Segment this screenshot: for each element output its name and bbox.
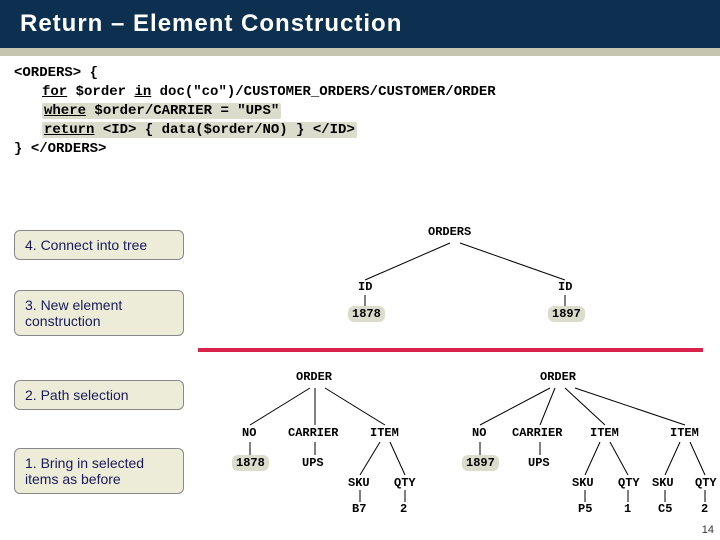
code-orders-open: <ORDERS> <box>14 65 81 81</box>
top-left-val: 1878 <box>348 306 385 322</box>
br-sku1-val: P5 <box>578 502 592 516</box>
top-root: ORDERS <box>428 225 471 239</box>
code-var: $order <box>67 84 134 100</box>
bl-carrier-val: UPS <box>302 456 324 470</box>
br-qty1: QTY <box>618 476 640 490</box>
xquery-code: <ORDERS> { for $order in doc("co")/CUSTO… <box>0 56 720 166</box>
title-underline <box>0 48 720 56</box>
bottom-right-tree: ORDER NO CARRIER ITEM ITEM 1897 UPS SKU … <box>440 370 720 530</box>
step-1-box: 1. Bring in selected items as before <box>14 448 184 494</box>
top-right-id: ID <box>558 280 572 294</box>
code-for: for <box>42 84 67 100</box>
br-sku2-val: C5 <box>658 502 672 516</box>
top-left-id: ID <box>358 280 372 294</box>
page-number: 14 <box>702 524 714 536</box>
br-item1: ITEM <box>590 426 619 440</box>
step-4-box: 4. Connect into tree <box>14 230 184 260</box>
slide-title: Return – Element Construction <box>0 0 720 48</box>
bottom-left-tree: ORDER NO CARRIER ITEM 1878 UPS SKU QTY B… <box>210 370 430 530</box>
br-no: NO <box>472 426 486 440</box>
br-qty2: QTY <box>695 476 717 490</box>
bl-no: NO <box>242 426 256 440</box>
code-close-brace: } <box>14 141 31 157</box>
br-sku1: SKU <box>572 476 594 490</box>
step-2-box: 2. Path selection <box>14 380 184 410</box>
code-return: return <box>44 122 94 138</box>
bl-item: ITEM <box>370 426 399 440</box>
bl-no-val: 1878 <box>232 455 269 471</box>
top-tree: ORDERS ID ID 1878 1897 <box>280 225 660 345</box>
br-item2: ITEM <box>670 426 699 440</box>
br-carrier-val: UPS <box>528 456 550 470</box>
code-where-expr: $order/CARRIER = "UPS" <box>86 103 279 119</box>
br-qty1-val: 1 <box>624 502 631 516</box>
br-no-val: 1897 <box>462 455 499 471</box>
code-in: in <box>134 84 151 100</box>
top-right-val: 1897 <box>548 306 585 322</box>
bl-carrier: CARRIER <box>288 426 338 440</box>
code-orders-close: </ORDERS> <box>31 141 107 157</box>
code-where: where <box>44 103 86 119</box>
code-path: doc("co")/CUSTOMER_ORDERS/CUSTOMER/ORDER <box>151 84 495 100</box>
bl-sku-val: B7 <box>352 502 366 516</box>
bl-sku: SKU <box>348 476 370 490</box>
step-3-box: 3. New element construction <box>14 290 184 336</box>
code-return-expr: <ID> { data($order/NO) } </ID> <box>94 122 354 138</box>
br-sku2: SKU <box>652 476 674 490</box>
bl-qty-val: 2 <box>400 502 407 516</box>
br-root: ORDER <box>540 370 576 384</box>
bl-qty: QTY <box>394 476 416 490</box>
br-qty2-val: 2 <box>701 502 708 516</box>
red-separator <box>198 348 703 352</box>
code-brace: { <box>81 65 98 81</box>
bl-root: ORDER <box>296 370 332 384</box>
br-carrier: CARRIER <box>512 426 562 440</box>
